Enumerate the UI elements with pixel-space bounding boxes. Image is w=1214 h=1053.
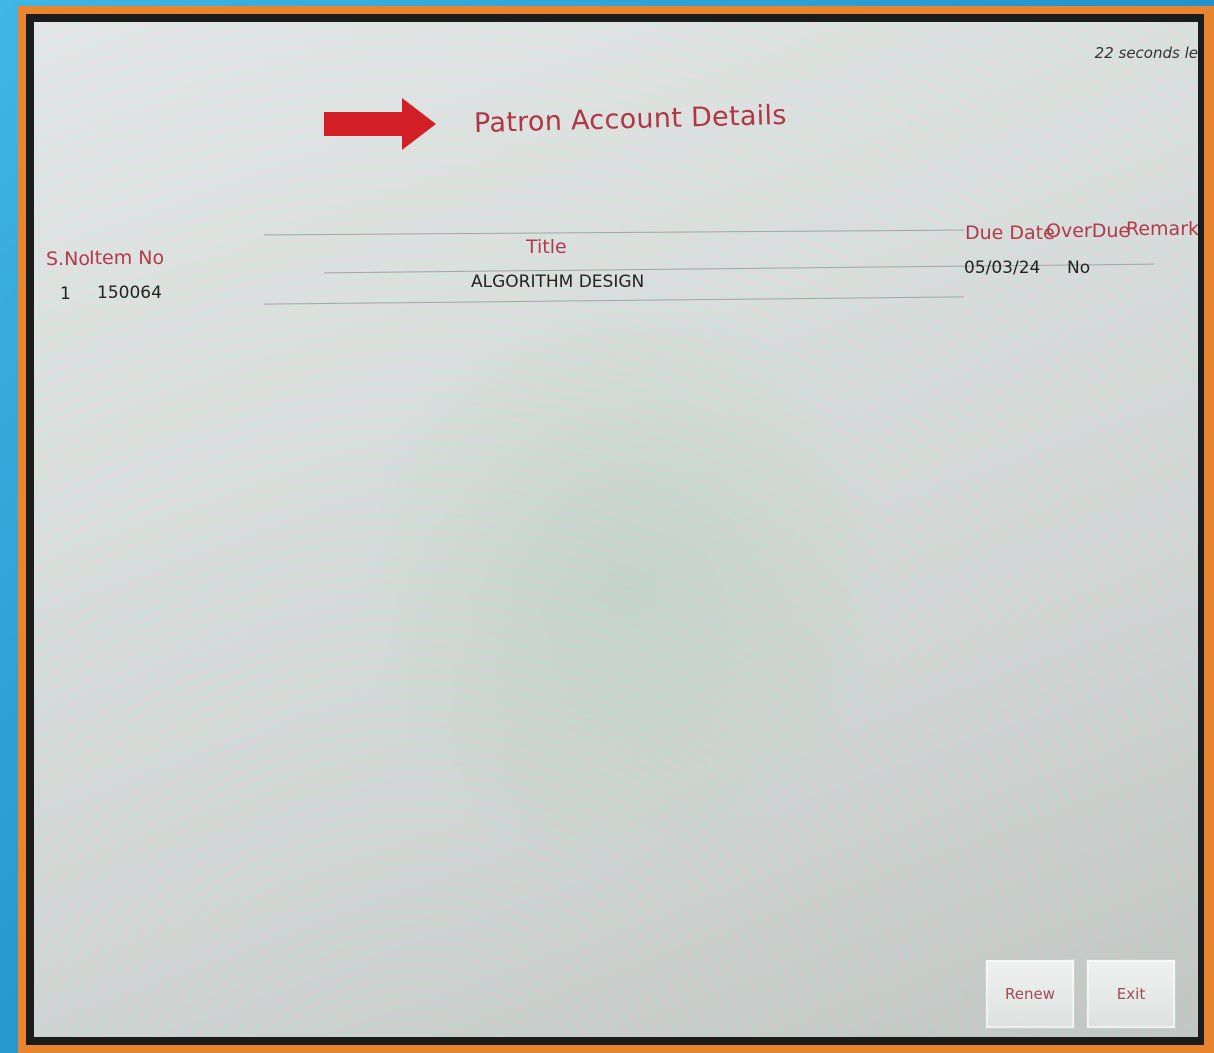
exit-button[interactable]: Exit [1086,959,1176,1029]
column-header-overdue: OverDue [1046,220,1131,242]
column-header-item-no: Item No [89,247,165,269]
renew-button[interactable]: Renew [985,959,1075,1029]
column-header-title: Title [526,236,567,258]
photo-frame: 22 seconds le Patron Account Details S.N… [18,6,1214,1053]
arrow-icon [324,98,436,150]
page-title: Patron Account Details [473,99,788,140]
column-header-due-date: Due Date [965,222,1055,244]
table-row-rule [264,296,964,305]
column-header-sno: S.No [46,248,90,270]
session-timer: 22 seconds le [1094,44,1198,62]
cell-overdue: No [1067,258,1091,278]
kiosk-screen: 22 seconds le Patron Account Details S.N… [34,22,1198,1037]
cell-sno: 1 [60,284,71,304]
column-header-remarks: Remarks [1126,218,1198,240]
table-header-top-rule [264,229,964,236]
cell-title: ALGORITHM DESIGN [471,272,645,292]
cell-item-no: 150064 [97,283,162,303]
cell-due-date: 05/03/24 [964,258,1041,278]
